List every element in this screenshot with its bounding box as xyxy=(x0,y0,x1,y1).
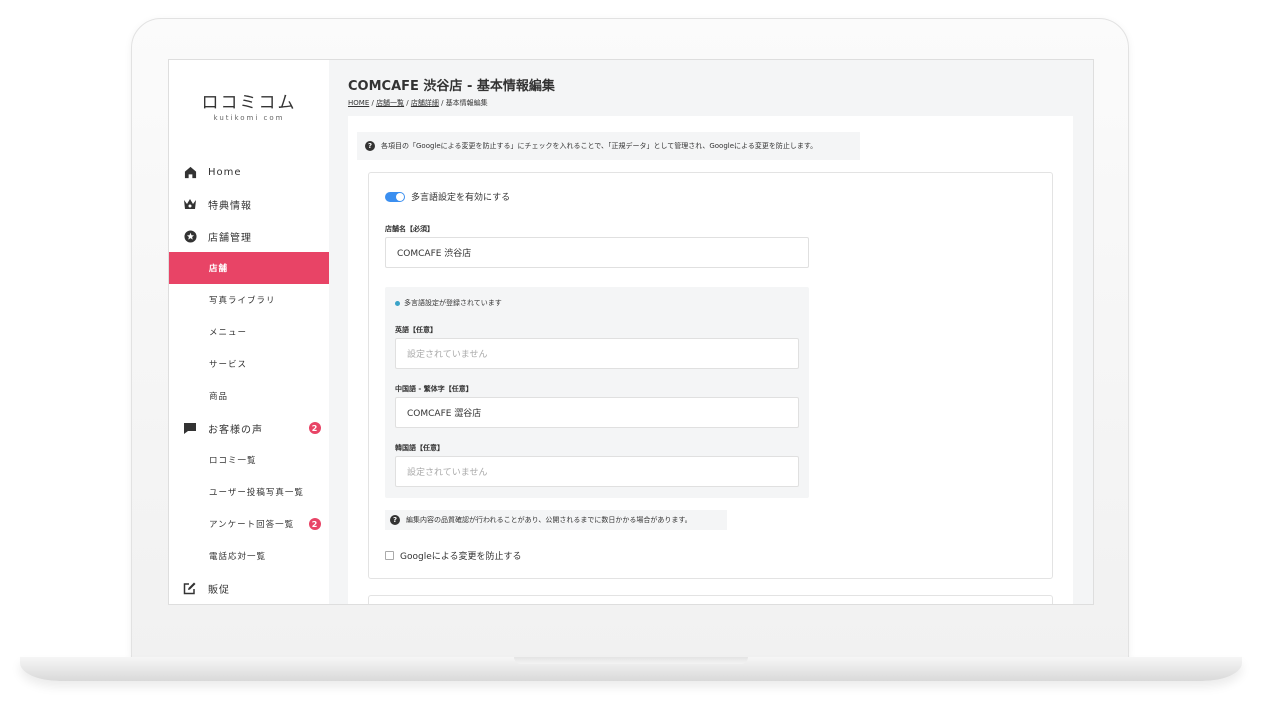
sidebar: ロコミコム kutikomi com Home 特典情報 店舗管理 店舗 写真ラ… xyxy=(169,60,329,604)
quality-note-text: 編集内容の品質確認が行われることがあり、公開されるまでに数日かかる場合があります… xyxy=(406,516,692,524)
breadcrumb-store-list[interactable]: 店舗一覧 xyxy=(376,99,404,107)
chinese-input[interactable]: COMCAFE 澀谷店 xyxy=(395,397,799,428)
question-icon: ? xyxy=(390,515,400,525)
store-name-card: 多言語設定を有効にする 店舗名【必須】 COMCAFE 渋谷店 多言語設定が登録… xyxy=(368,172,1053,579)
chinese-label: 中国語 - 繁体字【任意】 xyxy=(395,385,473,393)
sidebar-item-service[interactable]: サービス xyxy=(169,348,329,380)
content-panel: ? 各項目の「Googleによる変更を防止する」にチェックを入れることで、「正規… xyxy=(348,116,1073,604)
sidebar-item-label: メニュー xyxy=(209,328,248,338)
breadcrumb: HOME / 店舗一覧 / 店舗詳細 / 基本情報編集 xyxy=(348,98,488,108)
sidebar-item-survey-responses[interactable]: アンケート回答一覧 2 xyxy=(169,508,329,540)
sidebar-item-home[interactable]: Home xyxy=(169,156,329,188)
sidebar-item-label: 特典情報 xyxy=(208,200,252,212)
app-screen: ロコミコム kutikomi com Home 特典情報 店舗管理 店舗 写真ラ… xyxy=(168,59,1094,605)
next-card xyxy=(368,595,1053,604)
sidebar-item-benefits[interactable]: 特典情報 xyxy=(169,188,329,220)
sidebar-item-label: 写真ライブラリ xyxy=(209,296,276,306)
korean-label: 韓国語【任意】 xyxy=(395,444,444,452)
question-icon: ? xyxy=(365,141,375,151)
store-name-input[interactable]: COMCAFE 渋谷店 xyxy=(385,237,809,268)
notification-badge: 2 xyxy=(309,518,321,530)
info-note: ? 各項目の「Googleによる変更を防止する」にチェックを入れることで、「正規… xyxy=(357,132,860,160)
prevent-google-checkbox[interactable] xyxy=(385,551,394,560)
edit-icon xyxy=(183,581,197,595)
english-input[interactable]: 設定されていません xyxy=(395,338,799,369)
sidebar-item-reviews[interactable]: ロコミ一覧 xyxy=(169,444,329,476)
korean-input[interactable]: 設定されていません xyxy=(395,456,799,487)
main-content: COMCAFE 渋谷店 - 基本情報編集 HOME / 店舗一覧 / 店舗詳細 … xyxy=(329,60,1093,604)
sidebar-item-label: 販促 xyxy=(208,584,230,596)
multilang-toggle[interactable] xyxy=(385,191,405,202)
sidebar-item-label: 店舗管理 xyxy=(208,232,252,244)
sidebar-item-label: 店舗 xyxy=(209,264,229,274)
notification-badge: 2 xyxy=(309,422,321,434)
multilang-status-text: 多言語設定が登録されています xyxy=(404,299,502,307)
multilang-toggle-label: 多言語設定を有効にする xyxy=(411,193,511,203)
multilang-toggle-row[interactable]: 多言語設定を有効にする xyxy=(385,190,510,203)
breadcrumb-store-detail[interactable]: 店舗詳細 xyxy=(411,99,439,107)
english-label: 英語【任意】 xyxy=(395,326,437,334)
sidebar-item-label: お客様の声 xyxy=(208,424,263,436)
sidebar-item-label: 電話応対一覧 xyxy=(209,552,267,562)
crown-icon xyxy=(183,197,197,211)
sidebar-item-store-management[interactable]: 店舗管理 xyxy=(169,220,329,252)
breadcrumb-separator: / xyxy=(404,99,411,107)
sidebar-item-menu[interactable]: メニュー xyxy=(169,316,329,348)
sidebar-item-label: アンケート回答一覧 xyxy=(209,520,295,530)
prevent-google-label: Googleによる変更を防止する xyxy=(400,552,522,562)
sidebar-item-phone-responses[interactable]: 電話応対一覧 xyxy=(169,540,329,572)
sidebar-item-label: ロコミ一覧 xyxy=(209,456,257,466)
multilang-panel: 多言語設定が登録されています 英語【任意】 設定されていません 中国語 - 繁体… xyxy=(385,287,809,498)
sidebar-item-user-photos[interactable]: ユーザー投稿写真一覧 xyxy=(169,476,329,508)
star-badge-icon xyxy=(183,229,197,243)
breadcrumb-separator: / xyxy=(438,99,446,107)
breadcrumb-current: 基本情報編集 xyxy=(445,99,488,107)
sidebar-item-label: ユーザー投稿写真一覧 xyxy=(209,488,304,498)
logo-mark: ロコミコム xyxy=(201,93,297,113)
sidebar-item-store[interactable]: 店舗 xyxy=(169,252,329,284)
store-name-label: 店舗名【必須】 xyxy=(385,225,434,233)
sidebar-item-label: サービス xyxy=(209,360,248,370)
sidebar-item-label: Home xyxy=(208,166,242,178)
quality-note: ? 編集内容の品質確認が行われることがあり、公開されるまでに数日かかる場合があり… xyxy=(385,510,727,530)
sidebar-item-customer-voice[interactable]: お客様の声 2 xyxy=(169,412,329,444)
info-note-text: 各項目の「Googleによる変更を防止する」にチェックを入れることで、「正規デー… xyxy=(381,142,818,150)
breadcrumb-home[interactable]: HOME xyxy=(348,99,369,107)
sidebar-item-products[interactable]: 商品 xyxy=(169,380,329,412)
prevent-google-row[interactable]: Googleによる変更を防止する xyxy=(385,549,521,562)
logo[interactable]: ロコミコム kutikomi com xyxy=(169,93,329,123)
sidebar-item-label: 商品 xyxy=(209,392,229,402)
chat-icon xyxy=(183,421,197,435)
status-dot-icon xyxy=(395,300,400,306)
laptop-notch xyxy=(514,657,748,664)
home-icon xyxy=(183,165,197,179)
page-title: COMCAFE 渋谷店 - 基本情報編集 xyxy=(348,79,555,94)
multilang-status: 多言語設定が登録されています xyxy=(395,298,502,308)
sidebar-item-promotion[interactable]: 販促 xyxy=(169,572,329,604)
sidebar-item-photo-library[interactable]: 写真ライブラリ xyxy=(169,284,329,316)
logo-subtext: kutikomi com xyxy=(213,114,285,122)
